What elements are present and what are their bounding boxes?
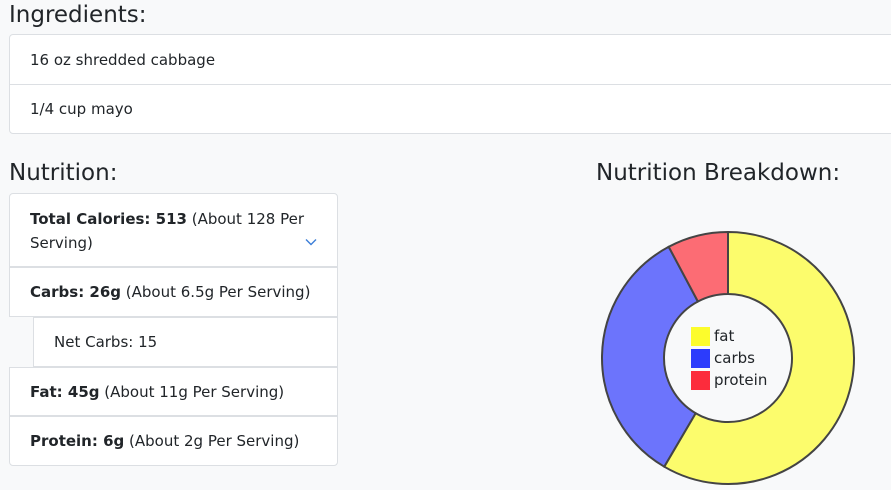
- fat-item: Fat: 45g (About 11g Per Serving): [9, 367, 338, 416]
- legend-swatch-fat: [691, 326, 710, 346]
- legend-swatch-protein: [691, 370, 710, 390]
- protein-label: Protein: 6g: [30, 432, 125, 450]
- ingredient-item: 16 oz shredded cabbage: [30, 50, 216, 69]
- breakdown-heading: Nutrition Breakdown:: [596, 160, 841, 186]
- protein-detail: (About 2g Per Serving): [124, 432, 300, 450]
- net-carbs-label: Net Carbs: 15: [54, 333, 158, 351]
- carbs-label: Carbs: 26g: [30, 283, 122, 301]
- chart-legend: fat carbs protein: [691, 325, 767, 391]
- legend-label-protein: protein: [714, 371, 768, 389]
- nutrition-heading: Nutrition:: [9, 160, 118, 186]
- carbs-item: Carbs: 26g (About 6.5g Per Serving): [9, 267, 338, 317]
- legend-label-carbs: carbs: [714, 349, 755, 367]
- chevron-down-icon[interactable]: [305, 238, 317, 246]
- donut-slice-carbs: [601, 245, 700, 469]
- ingredient-item: 1/4 cup mayo: [10, 84, 891, 133]
- ingredients-heading: Ingredients:: [9, 2, 147, 28]
- fat-label: Fat: 45g: [30, 382, 100, 401]
- calories-accordion-item[interactable]: Total Calories: 513 (About 128 Per Servi…: [9, 193, 338, 267]
- legend-swatch-carbs: [691, 348, 710, 368]
- legend-label-fat: fat: [714, 327, 735, 345]
- carbs-detail: (About 6.5g Per Serving): [121, 283, 311, 301]
- legend-item-protein: protein: [691, 369, 767, 391]
- recipe-page: Ingredients: 16 oz shredded cabbage 1/4 …: [0, 0, 891, 490]
- ingredients-list: 16 oz shredded cabbage 1/4 cup mayo: [9, 34, 891, 134]
- calories-label: Total Calories: 513: [30, 210, 187, 228]
- legend-item-fat: fat: [691, 325, 767, 347]
- legend-item-carbs: carbs: [691, 347, 767, 369]
- protein-item: Protein: 6g (About 2g Per Serving): [9, 416, 338, 466]
- fat-detail: (About 11g Per Serving): [99, 382, 285, 401]
- net-carbs-item: Net Carbs: 15: [33, 317, 338, 367]
